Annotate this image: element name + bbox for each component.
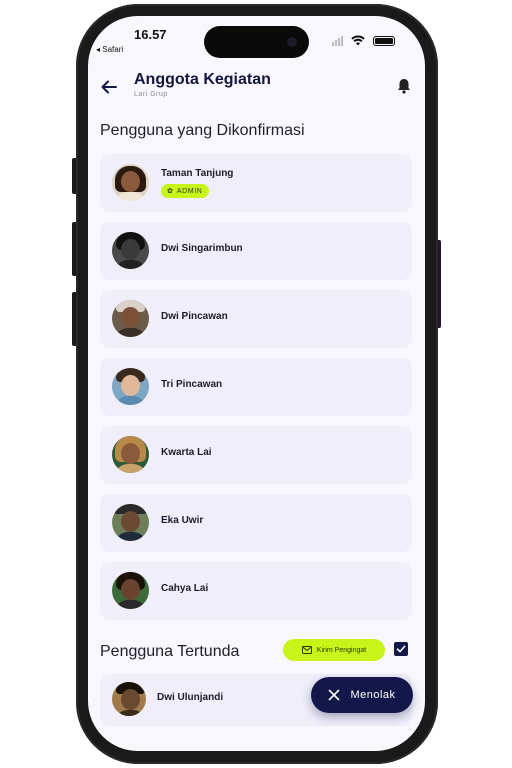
stage: 16.57 ◂ Safari Anggota Kegiatan Lari Gru… (0, 0, 512, 768)
page-title: Anggota Kegiatan (134, 71, 271, 88)
mail-icon (301, 646, 312, 654)
member-name: Dwi Singarimbun (161, 243, 243, 254)
avatar (112, 232, 149, 269)
member-card[interactable]: Dwi Pincawan (100, 290, 412, 348)
app-screen: 16.57 ◂ Safari Anggota Kegiatan Lari Gru… (88, 16, 425, 751)
member-name: Tri Pincawan (161, 379, 223, 390)
member-name: Dwi Ulunjandi (157, 692, 224, 703)
member-card[interactable]: Kwarta Lai (100, 426, 412, 484)
check-icon (396, 645, 406, 653)
reject-button-label: Menolak (350, 689, 396, 701)
page-subtitle: Lari Grup (134, 91, 168, 98)
reject-button[interactable]: Menolak (311, 677, 413, 713)
camera (287, 37, 297, 47)
back-arrow-icon[interactable] (100, 78, 118, 96)
member-name: Eka Uwir (161, 515, 204, 526)
avatar (112, 368, 149, 405)
member-name: Cahya Lai (161, 583, 209, 594)
avatar (112, 164, 149, 201)
select-all-checkbox[interactable] (394, 642, 408, 656)
avatar (112, 504, 149, 541)
avatar (112, 436, 149, 473)
send-reminder-button[interactable]: Kirim Pengingat (283, 639, 385, 661)
close-icon (329, 689, 340, 701)
send-reminder-label: Kirim Pengingat (316, 646, 367, 654)
member-card[interactable]: Cahya Lai (100, 562, 412, 620)
bell-icon[interactable] (397, 78, 411, 94)
wifi-icon (351, 35, 365, 46)
member-name: Taman Tanjung (161, 168, 234, 179)
member-card[interactable]: Taman Tanjung ✿ ADMIN (100, 154, 412, 212)
member-card[interactable]: Dwi Singarimbun (100, 222, 412, 280)
member-name: Dwi Pincawan (161, 311, 228, 322)
confirmed-section-title: Pengguna yang Dikonfirmasi (100, 122, 305, 139)
dynamic-island (204, 26, 309, 58)
pending-section-header: Pengguna Tertunda Kirim Pengingat (100, 639, 412, 663)
avatar (112, 682, 146, 716)
admin-badge: ✿ ADMIN (161, 184, 210, 198)
back-to-safari-link[interactable]: ◂ Safari (96, 45, 123, 54)
gear-icon: ✿ (167, 187, 173, 195)
avatar (112, 572, 149, 609)
member-name: Kwarta Lai (161, 447, 212, 458)
pending-section-title: Pengguna Tertunda (100, 643, 240, 660)
avatar (112, 300, 149, 337)
status-icons (332, 35, 395, 46)
app-header: Anggota Kegiatan Lari Grup (88, 68, 425, 108)
status-time: 16.57 (134, 27, 167, 42)
admin-badge-label: ADMIN (176, 187, 203, 195)
battery-icon (373, 35, 395, 46)
signal-icon (332, 35, 343, 46)
member-card[interactable]: Eka Uwir (100, 494, 412, 552)
member-card[interactable]: Tri Pincawan (100, 358, 412, 416)
